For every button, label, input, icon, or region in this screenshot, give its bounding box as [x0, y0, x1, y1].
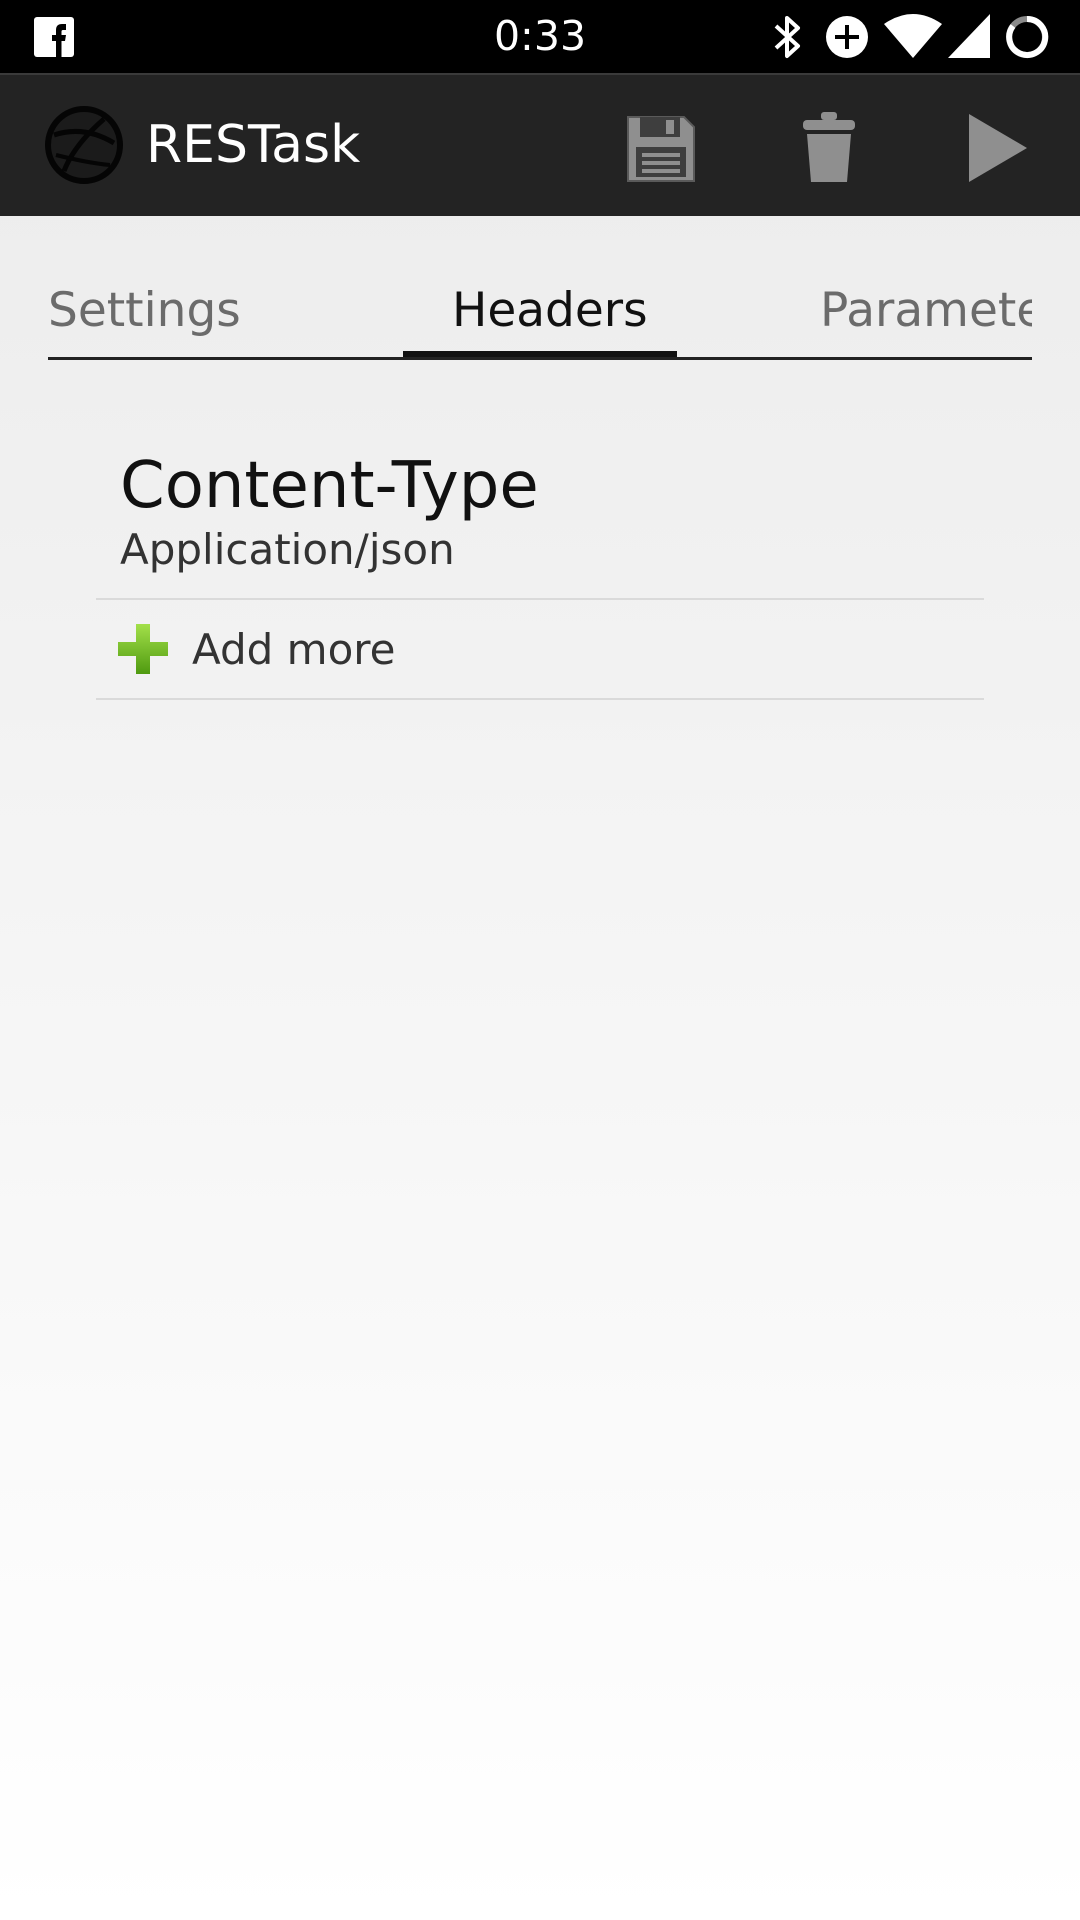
- header-name: Content-Type: [120, 449, 539, 523]
- globe-logo-icon[interactable]: [44, 105, 124, 185]
- tab-bar: Settings Headers Parameter: [48, 216, 1032, 360]
- save-button[interactable]: [606, 93, 716, 203]
- wifi-icon: [884, 14, 942, 58]
- play-icon: [969, 114, 1027, 182]
- status-bar: 0:33: [0, 0, 1080, 73]
- header-list-item[interactable]: Content-Type Application/json: [96, 420, 984, 600]
- data-saver-icon: [826, 16, 868, 58]
- app-title: RESTask: [146, 115, 361, 175]
- tab-headers[interactable]: Headers: [452, 282, 648, 340]
- trash-icon: [803, 112, 855, 182]
- add-more-button[interactable]: Add more: [96, 600, 984, 700]
- action-bar: RESTask: [0, 73, 1080, 216]
- run-button[interactable]: [942, 93, 1052, 203]
- tab-parameters[interactable]: Parameter: [820, 282, 1032, 340]
- bluetooth-icon: [774, 16, 800, 58]
- tab-settings[interactable]: Settings: [48, 282, 241, 340]
- delete-button[interactable]: [774, 93, 884, 203]
- plus-icon: [118, 624, 168, 674]
- tab-selected-indicator: [403, 351, 677, 357]
- signal-icon: [948, 14, 990, 58]
- save-icon: [627, 116, 695, 182]
- add-more-label: Add more: [192, 625, 396, 674]
- battery-ring-icon: [1006, 15, 1049, 58]
- header-value: Application/json: [120, 525, 455, 574]
